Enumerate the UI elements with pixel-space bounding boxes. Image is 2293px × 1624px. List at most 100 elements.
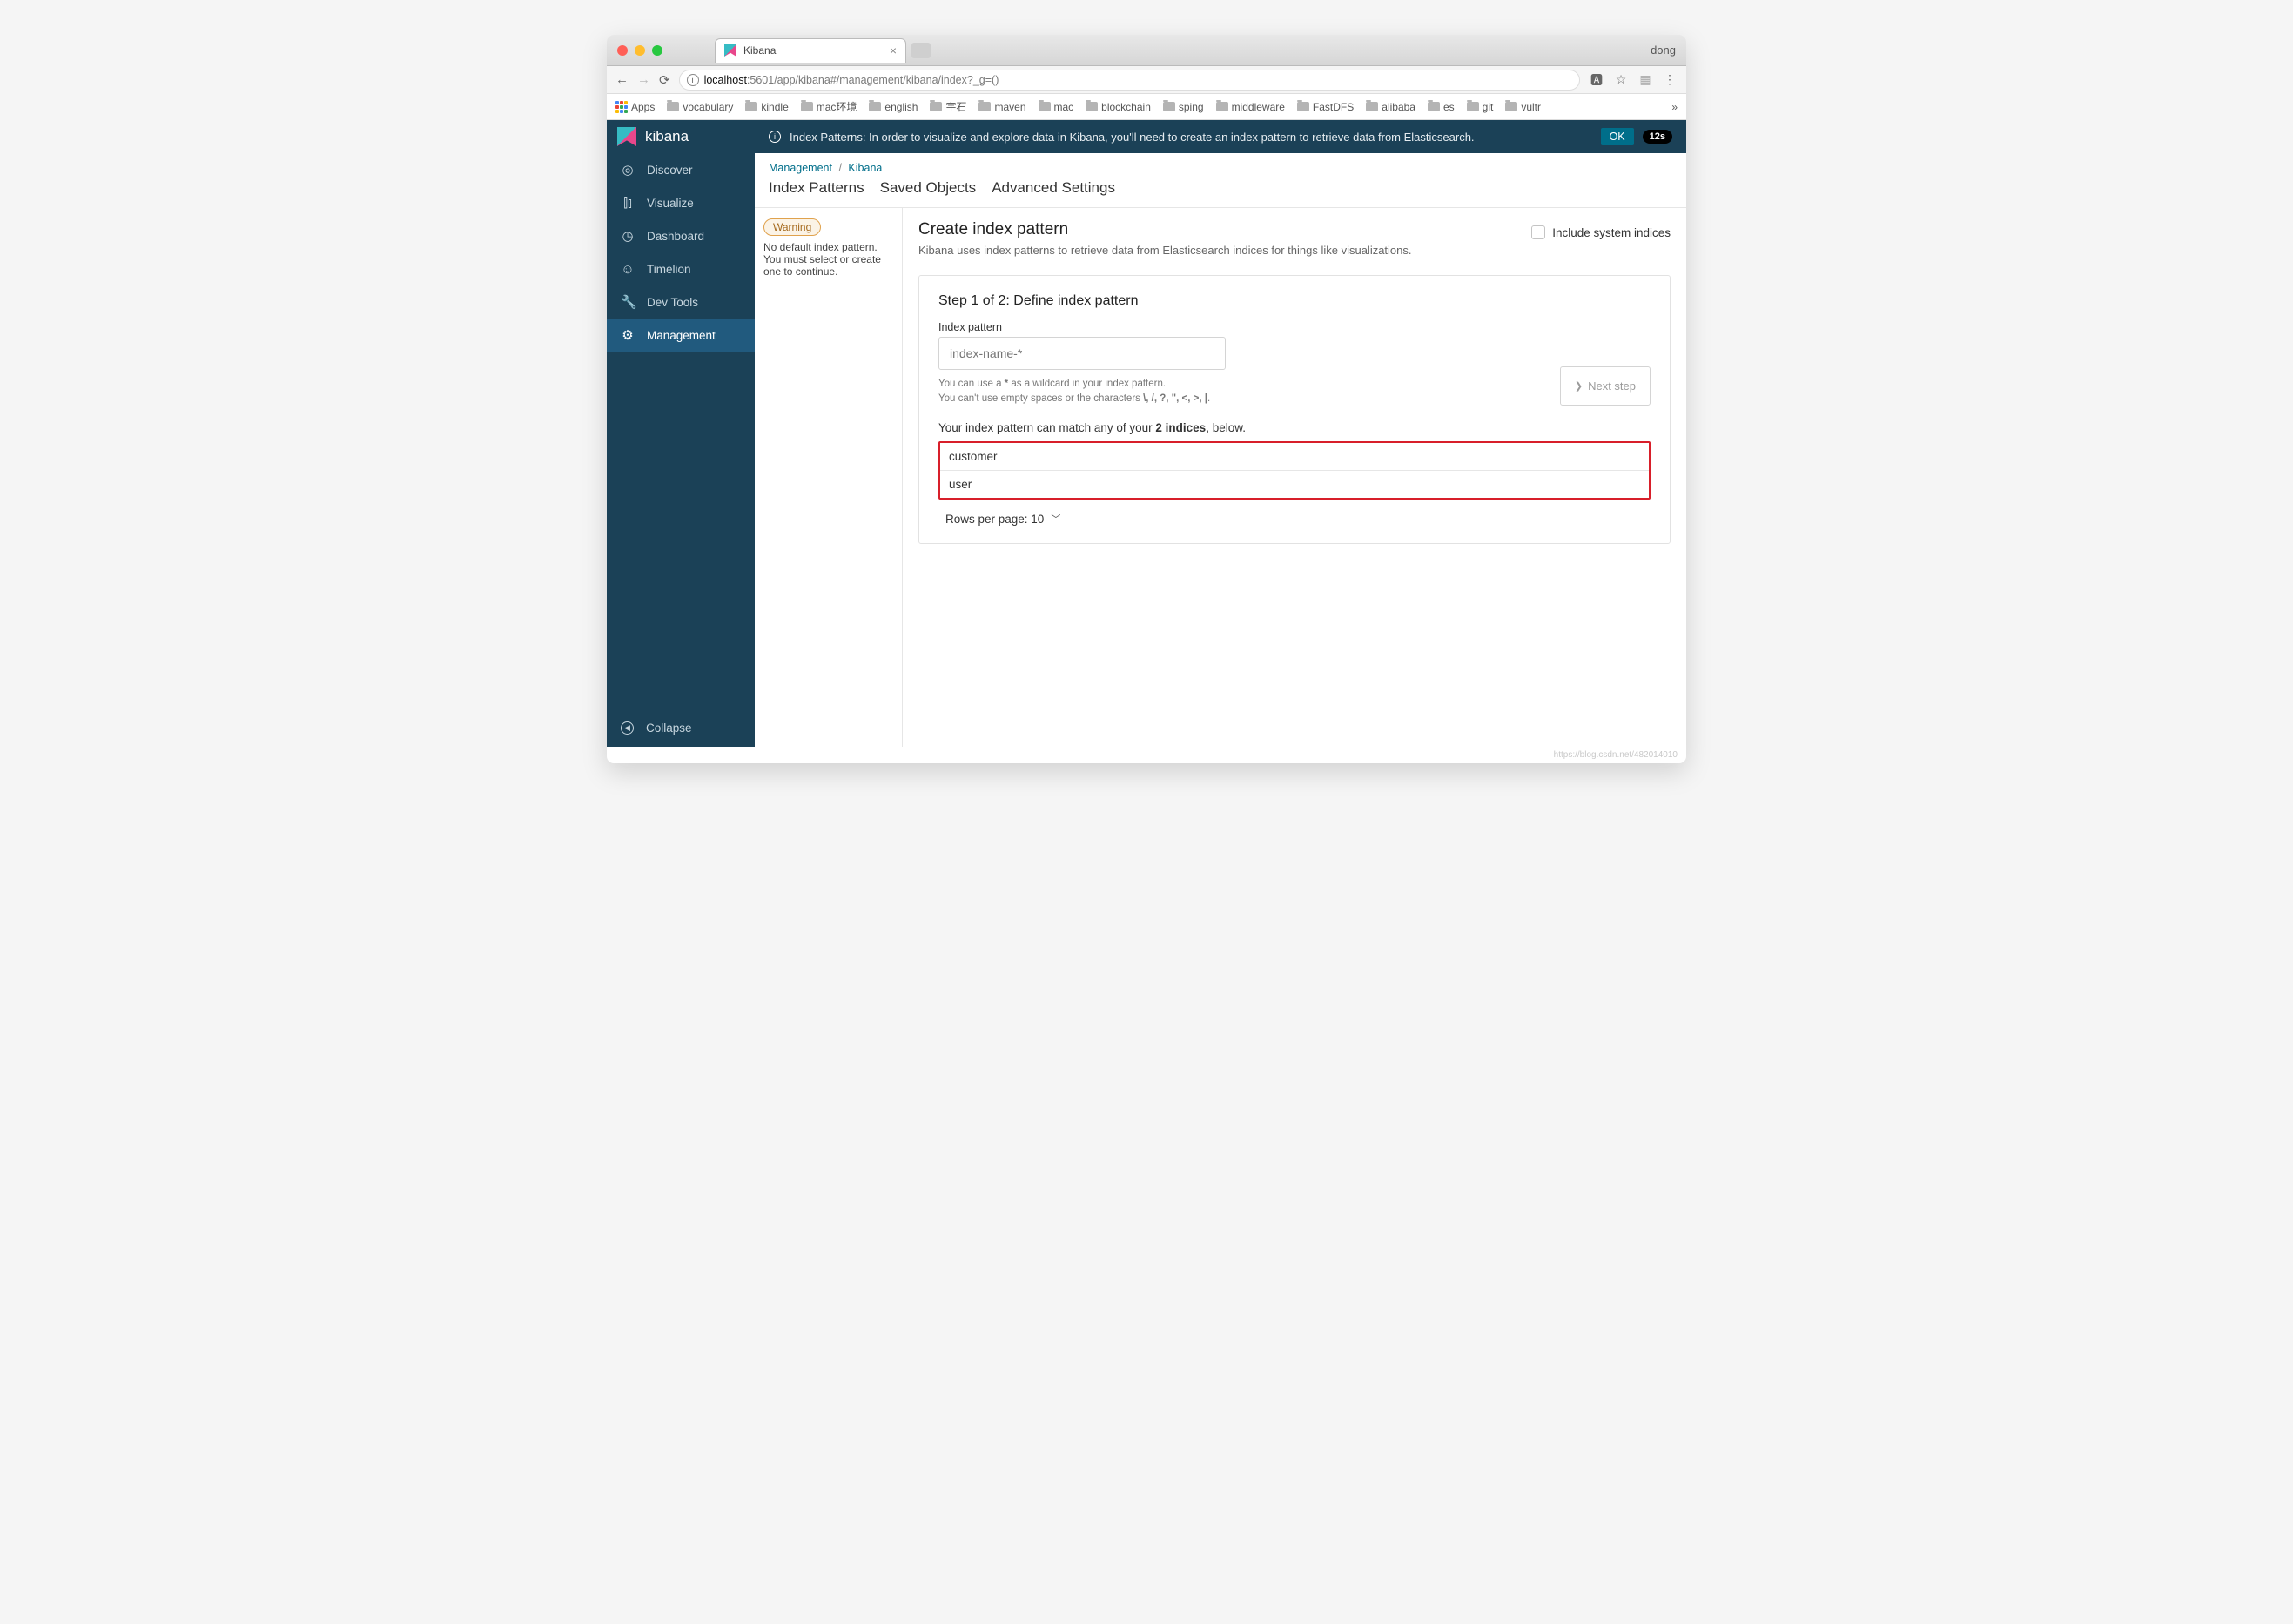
match-message: Your index pattern can match any of your… — [938, 421, 1651, 434]
new-tab-button[interactable] — [911, 43, 931, 58]
banner-timer-badge: 12s — [1643, 130, 1672, 144]
bookmark-folder[interactable]: es — [1428, 101, 1455, 113]
bookmark-folder[interactable]: maven — [978, 101, 1025, 113]
bookmark-folder[interactable]: vultr — [1505, 101, 1541, 113]
window-controls — [617, 45, 662, 56]
bookmark-folder[interactable]: sping — [1163, 101, 1204, 113]
apps-label: Apps — [631, 101, 655, 113]
url-host: localhost — [704, 74, 747, 86]
tab-index-patterns[interactable]: Index Patterns — [769, 179, 864, 197]
gauge-icon: ◷ — [621, 228, 635, 244]
bookmark-folder[interactable]: middleware — [1216, 101, 1285, 113]
reload-icon[interactable]: ⟳ — [659, 72, 670, 88]
chevron-right-icon: ❯ — [1575, 380, 1583, 392]
sidebar-item-discover[interactable]: ◎Discover — [607, 153, 755, 186]
folder-icon — [745, 102, 757, 111]
bookmark-folder[interactable]: git — [1467, 101, 1494, 113]
checkbox-icon[interactable] — [1531, 225, 1545, 239]
bookmark-folder[interactable]: 宇石 — [930, 99, 966, 114]
bookmark-folder[interactable]: mac — [1039, 101, 1074, 113]
extension-icon[interactable]: ▦ — [1637, 72, 1653, 88]
include-system-indices-toggle[interactable]: Include system indices — [1531, 225, 1671, 239]
menu-icon[interactable]: ⋮ — [1662, 72, 1678, 88]
info-banner: i Index Patterns: In order to visualize … — [755, 120, 1686, 153]
rows-per-page[interactable]: Rows per page: 10 ﹀ — [938, 512, 1651, 526]
page-header: Management / Kibana Index Patterns Saved… — [755, 153, 1686, 208]
bookmark-folder[interactable]: blockchain — [1086, 101, 1151, 113]
banner-ok-button[interactable]: OK — [1601, 128, 1634, 145]
sidebar-item-devtools[interactable]: 🔧Dev Tools — [607, 285, 755, 319]
tab-title: Kibana — [743, 44, 776, 57]
folder-icon — [978, 102, 991, 111]
folder-icon — [1163, 102, 1175, 111]
crumb-separator: / — [838, 162, 841, 174]
content-area: i Index Patterns: In order to visualize … — [755, 120, 1686, 747]
index-pattern-input[interactable] — [938, 337, 1226, 370]
brand[interactable]: kibana — [607, 120, 755, 153]
bookmark-folder[interactable]: kindle — [745, 101, 788, 113]
bookmarks-overflow-icon[interactable]: » — [1671, 101, 1678, 113]
sidebar: kibana ◎Discover ⫿⫾Visualize ◷Dashboard … — [607, 120, 755, 747]
indices-list: customer user — [938, 441, 1651, 500]
folder-icon — [1086, 102, 1098, 111]
chrome-profile[interactable]: dong — [1651, 44, 1676, 57]
wrench-icon: 🔧 — [621, 294, 635, 310]
sidebar-item-management[interactable]: ⚙Management — [607, 319, 755, 352]
management-tabs: Index Patterns Saved Objects Advanced Se… — [769, 179, 1672, 197]
back-icon[interactable]: ← — [615, 72, 629, 87]
browser-toolbar: ← → ⟳ i localhost:5601/app/kibana#/manag… — [607, 66, 1686, 94]
step-card: Step 1 of 2: Define index pattern Index … — [918, 275, 1671, 544]
sidebar-item-visualize[interactable]: ⫿⫾Visualize — [607, 186, 755, 219]
hint-wildcard: You can use a * as a wildcard in your in… — [938, 377, 1560, 406]
folder-icon — [1297, 102, 1309, 111]
bar-chart-icon: ⫿⫾ — [621, 196, 635, 211]
bookmark-folder[interactable]: vocabulary — [667, 101, 733, 113]
mac-titlebar: Kibana × dong — [607, 35, 1686, 66]
site-info-icon[interactable]: i — [687, 74, 699, 86]
folder-icon — [1039, 102, 1051, 111]
kibana-favicon-icon — [724, 44, 736, 57]
tab-advanced-settings[interactable]: Advanced Settings — [992, 179, 1115, 197]
folder-icon — [869, 102, 881, 111]
tab-close-icon[interactable]: × — [890, 44, 897, 57]
bookmark-folder[interactable]: english — [869, 101, 918, 113]
minimize-window-icon[interactable] — [635, 45, 645, 56]
collapse-arrow-icon: ◀ — [621, 721, 634, 735]
folder-icon — [1505, 102, 1517, 111]
brand-text: kibana — [645, 128, 689, 145]
bookmark-folder[interactable]: alibaba — [1366, 101, 1415, 113]
sidebar-item-dashboard[interactable]: ◷Dashboard — [607, 219, 755, 252]
maximize-window-icon[interactable] — [652, 45, 662, 56]
bookmark-folder[interactable]: mac环境 — [801, 99, 857, 114]
next-step-button[interactable]: ❯ Next step — [1560, 366, 1651, 406]
folder-icon — [1428, 102, 1440, 111]
close-window-icon[interactable] — [617, 45, 628, 56]
watermark: https://blog.csdn.net/482014010 — [607, 747, 1686, 763]
index-row[interactable]: user — [940, 471, 1649, 498]
translate-icon[interactable]: 🅰 — [1589, 72, 1604, 88]
apps-grid-icon — [615, 101, 628, 113]
compass-icon: ◎ — [621, 162, 635, 178]
collapse-sidebar-button[interactable]: ◀ Collapse — [607, 708, 755, 747]
warning-text: No default index pattern. You must selec… — [763, 241, 893, 278]
main-two-column: Warning No default index pattern. You mu… — [755, 208, 1686, 747]
gear-icon: ⚙ — [621, 327, 635, 343]
browser-tab[interactable]: Kibana × — [715, 38, 906, 63]
bookmark-folder[interactable]: FastDFS — [1297, 101, 1354, 113]
tab-saved-objects[interactable]: Saved Objects — [880, 179, 977, 197]
sidebar-item-timelion[interactable]: ☺Timelion — [607, 252, 755, 285]
bookmarks-bar: Apps vocabulary kindle mac环境 english 宇石 … — [607, 94, 1686, 120]
step-title: Step 1 of 2: Define index pattern — [938, 293, 1651, 309]
page-title: Create index pattern — [918, 220, 1514, 239]
folder-icon — [1216, 102, 1228, 111]
folder-icon — [930, 102, 942, 111]
bookmark-star-icon[interactable]: ☆ — [1613, 72, 1629, 88]
page-subtitle: Kibana uses index patterns to retrieve d… — [918, 243, 1514, 259]
chevron-down-icon: ﹀ — [1051, 512, 1060, 526]
index-row[interactable]: customer — [940, 443, 1649, 471]
address-bar[interactable]: i localhost:5601/app/kibana#/management/… — [679, 70, 1580, 91]
crumb-kibana[interactable]: Kibana — [848, 162, 882, 174]
apps-shortcut[interactable]: Apps — [615, 101, 655, 113]
crumb-management[interactable]: Management — [769, 162, 832, 174]
kibana-app: kibana ◎Discover ⫿⫾Visualize ◷Dashboard … — [607, 120, 1686, 747]
